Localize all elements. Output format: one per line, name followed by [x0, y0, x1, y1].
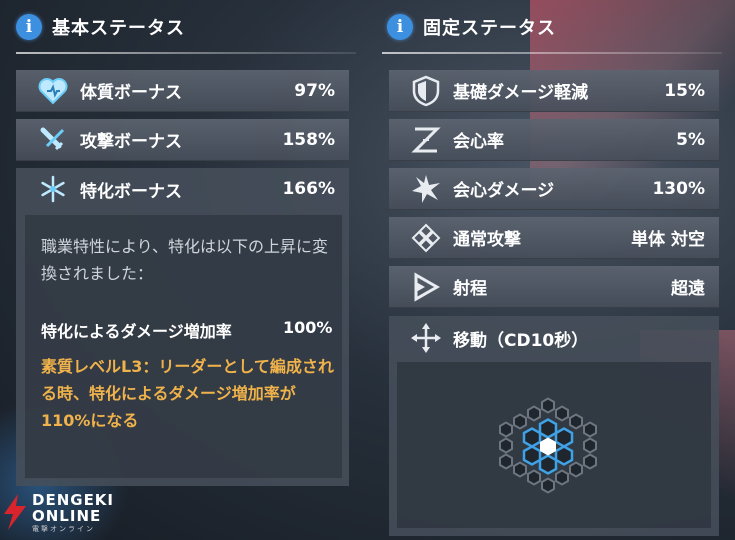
stat-value: 単体 対空: [631, 230, 705, 250]
info-icon[interactable]: i: [387, 14, 413, 40]
info-icon[interactable]: i: [16, 14, 42, 40]
move-arrows-icon: [407, 319, 445, 357]
sword-icon: [34, 121, 72, 159]
stat-row-damage-reduction: 基礎ダメージ軽減 15%: [389, 70, 719, 112]
range-icon: [407, 268, 445, 306]
fixed-status-title: 固定ステータス: [423, 18, 556, 39]
talent-note: 素質レベルL3：リーダーとして編成される時、特化によるダメージ増加率が110%に…: [41, 357, 334, 430]
stat-row-crit-damage: 会心ダメージ 130%: [389, 168, 719, 210]
divider: [16, 52, 356, 54]
conversion-label: 特化によるダメージ増加率: [41, 322, 232, 341]
conversion-note: 職業特性により、特化は以下の上昇に変換されました：: [41, 237, 329, 283]
stat-row-range: 射程 超遠: [389, 266, 719, 308]
movement-hex-grid: [397, 362, 711, 528]
stat-label: 攻撃ボーナス: [80, 132, 182, 152]
movement-panel: 移動（CD10秒）: [389, 316, 719, 536]
divider: [382, 52, 722, 54]
stat-label: 基礎ダメージ軽減: [453, 83, 589, 103]
hex-grid-graphic: [499, 397, 597, 494]
stat-label: 通常攻撃: [453, 230, 521, 250]
stat-value: 超遠: [671, 279, 705, 299]
stat-label: 特化ボーナス: [80, 181, 182, 202]
stat-value: 158%: [282, 129, 335, 150]
stat-value: 5%: [676, 129, 705, 150]
watermark-line1: DENGEKI: [32, 491, 115, 509]
fixed-status-header: i 固定ステータス: [387, 14, 556, 40]
stat-label: 会心ダメージ: [453, 181, 555, 201]
conversion-value: 100%: [283, 318, 333, 337]
crit-rate-icon: [407, 121, 445, 159]
lightning-icon: [4, 494, 26, 530]
stat-label: 会心率: [453, 132, 504, 152]
stat-row-crit-rate: 会心率 5%: [389, 119, 719, 161]
stat-row-normal-attack: 通常攻撃 単体 対空: [389, 217, 719, 259]
watermark-line3: 電撃オンライン: [32, 525, 95, 533]
movement-label: 移動（CD10秒）: [453, 330, 589, 351]
watermark-line2: ONLINE: [32, 507, 102, 525]
basic-status-title: 基本ステータス: [52, 18, 185, 39]
burst-icon: [407, 170, 445, 208]
stat-value: 97%: [294, 80, 335, 101]
watermark-logo: DENGEKI ONLINE 電撃オンライン: [0, 492, 114, 534]
shield-icon: [407, 72, 445, 110]
stat-value: 15%: [664, 80, 705, 101]
heart-icon: [34, 72, 72, 110]
movement-header: 移動（CD10秒）: [389, 316, 719, 360]
stat-label: 射程: [453, 279, 487, 299]
snowflake-icon: [34, 170, 72, 208]
stat-row-specialization: 特化ボーナス 166%: [16, 168, 349, 210]
stat-value: 130%: [652, 178, 705, 199]
specialization-description: 職業特性により、特化は以下の上昇に変換されました： 特化によるダメージ増加率 1…: [24, 214, 343, 479]
stat-row-constitution: 体質ボーナス 97%: [16, 70, 349, 112]
stat-value: 166%: [282, 179, 335, 199]
basic-status-header: i 基本ステータス: [16, 14, 185, 40]
diamond-pattern-icon: [407, 219, 445, 257]
stat-row-attack: 攻撃ボーナス 158%: [16, 119, 349, 161]
stat-label: 体質ボーナス: [80, 83, 182, 103]
